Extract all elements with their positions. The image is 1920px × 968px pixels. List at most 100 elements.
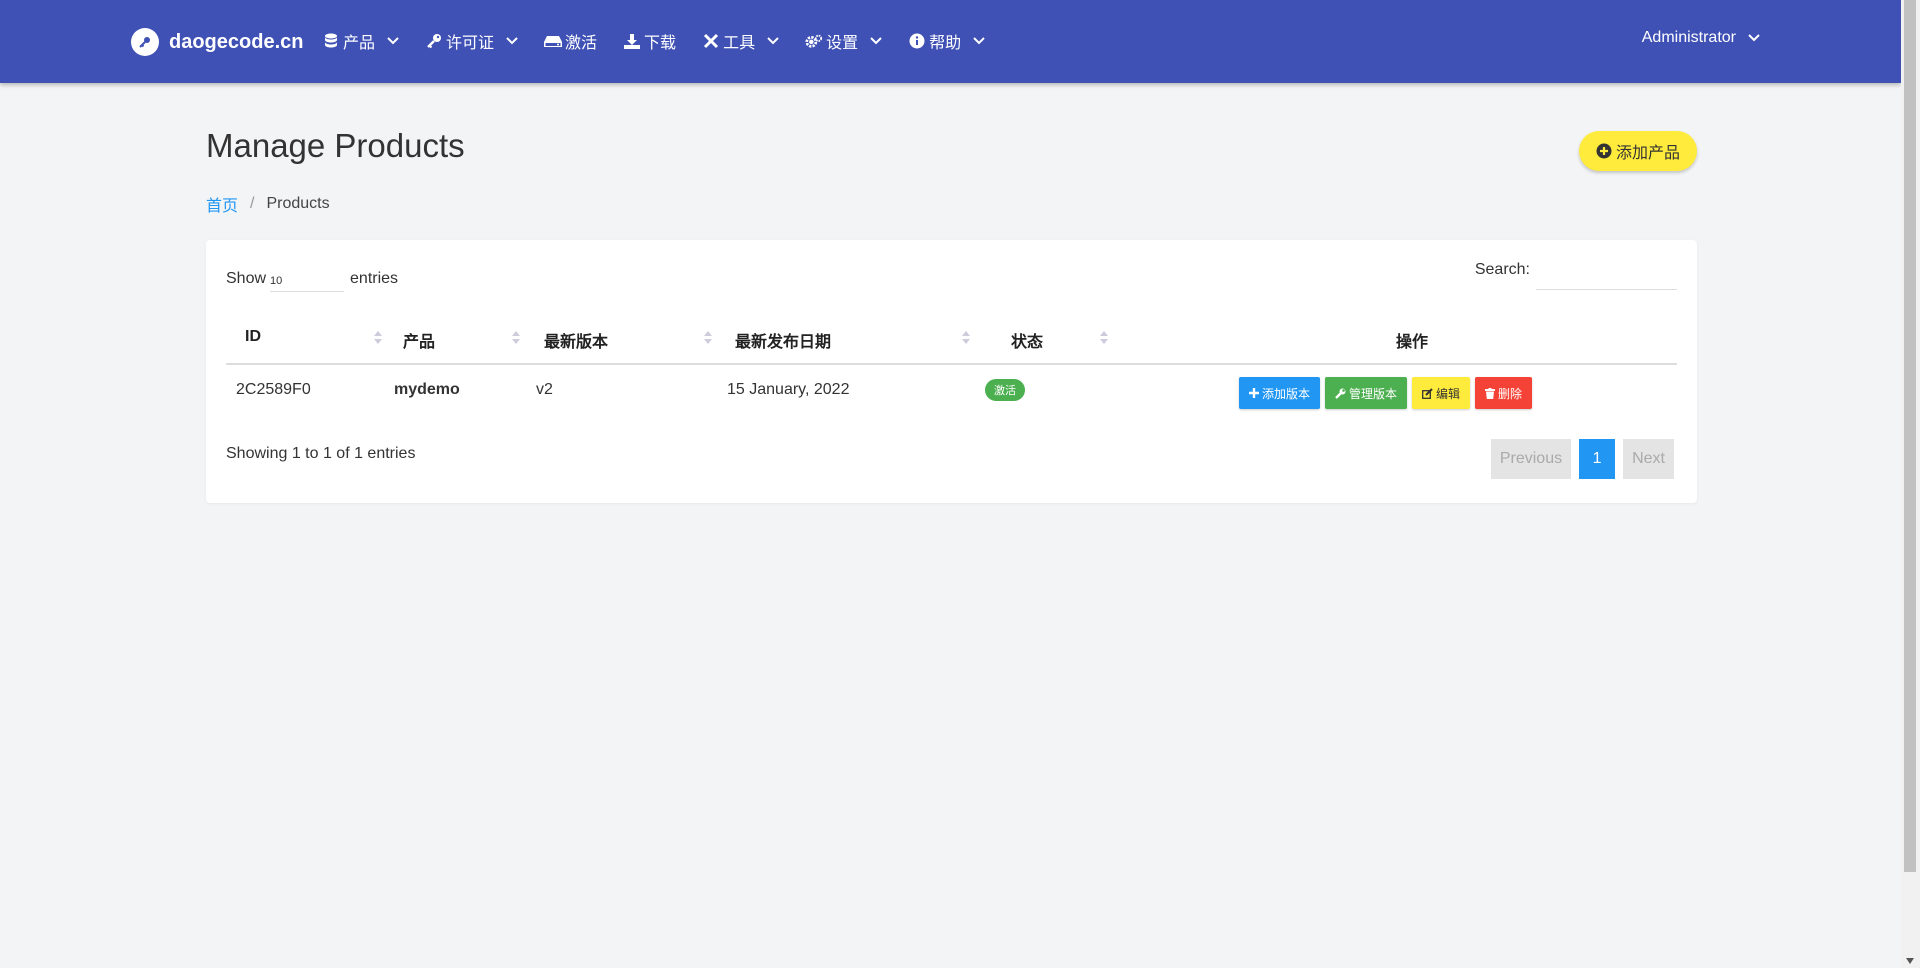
- plus-circle-icon: [1596, 143, 1612, 159]
- column-header-status[interactable]: 状态: [970, 313, 1110, 365]
- breadcrumb-home-link[interactable]: 首页: [206, 192, 238, 216]
- chevron-down-icon: [973, 37, 985, 45]
- column-header-label: 操作: [1396, 334, 1429, 351]
- sort-icon: [962, 331, 970, 345]
- next-page-button[interactable]: Next: [1623, 439, 1674, 479]
- sort-icon: [1100, 331, 1108, 345]
- chevron-down-icon: [767, 37, 779, 45]
- column-header-product[interactable]: 产品: [378, 313, 520, 365]
- edit-button[interactable]: 编辑: [1412, 377, 1471, 409]
- nav-label: 下载: [644, 35, 677, 52]
- nav-item-help[interactable]: 帮助: [908, 29, 985, 53]
- products-card: Show 10 entries Search: ID 产品 最新版本 最新发布日…: [206, 240, 1697, 503]
- column-header-label: ID: [245, 328, 261, 345]
- table-row: 2C2589F0 mydemo v2 15 January, 2022 激活 添…: [226, 364, 1677, 415]
- edit-icon: [1422, 387, 1433, 399]
- nav-label: 产品: [343, 35, 376, 52]
- column-header-latest-release-date[interactable]: 最新发布日期: [712, 313, 970, 365]
- nav-label: 帮助: [929, 35, 962, 52]
- top-navbar: daogecode.cn 产品 许可证 激活 下载 工具 设置 帮助 Admin…: [0, 0, 1901, 83]
- add-version-label: 添加版本: [1262, 386, 1311, 401]
- user-name: Administrator: [1641, 29, 1736, 46]
- nav-item-products[interactable]: 产品: [322, 29, 399, 53]
- nav-label: 工具: [723, 35, 756, 52]
- sort-icon: [704, 331, 712, 345]
- nav-item-activations[interactable]: 激活: [544, 29, 597, 53]
- chevron-down-icon: [1748, 34, 1760, 42]
- scroll-down-arrow-icon[interactable]: [1906, 958, 1914, 964]
- nav-label: 许可证: [446, 35, 495, 52]
- vertical-scrollbar[interactable]: [1901, 0, 1920, 968]
- column-header-latest-version[interactable]: 最新版本: [520, 313, 712, 365]
- delete-label: 删除: [1498, 386, 1523, 401]
- brand-link[interactable]: daogecode.cn: [131, 27, 303, 57]
- manage-versions-button[interactable]: 管理版本: [1325, 377, 1408, 409]
- user-menu[interactable]: Administrator: [1642, 29, 1760, 47]
- previous-page-button[interactable]: Previous: [1490, 439, 1572, 479]
- delete-button[interactable]: 删除: [1475, 377, 1533, 409]
- breadcrumb-separator: /: [250, 195, 255, 212]
- column-header-actions: 操作: [1110, 313, 1677, 365]
- entries-length-select[interactable]: 10: [270, 265, 345, 292]
- chevron-down-icon: [506, 37, 518, 45]
- column-header-label: 最新发布日期: [735, 334, 832, 351]
- id-text: 2C2589F0: [236, 381, 311, 398]
- search-label: Search:: [1474, 261, 1530, 278]
- manage-versions-label: 管理版本: [1349, 386, 1398, 401]
- column-header-label: 最新版本: [544, 334, 609, 351]
- pagination: Previous 1 Next: [1483, 439, 1674, 479]
- page-1-button[interactable]: 1: [1579, 439, 1616, 479]
- entries-length-control: Show 10 entries: [226, 261, 399, 292]
- hdd-icon: [544, 32, 563, 50]
- nav-label: 激活: [565, 35, 598, 52]
- add-version-button[interactable]: 添加版本: [1239, 377, 1321, 409]
- chevron-down-icon: [387, 37, 399, 45]
- add-product-button[interactable]: 添加产品: [1579, 131, 1697, 171]
- nav-item-licenses[interactable]: 许可证: [425, 29, 518, 53]
- cell-date: 15 January, 2022: [712, 364, 970, 415]
- version-text: v2: [536, 381, 553, 398]
- trash-icon: [1485, 387, 1496, 399]
- info-circle-icon: [908, 32, 926, 50]
- download-icon: [623, 32, 641, 50]
- cell-actions: 添加版本 管理版本 编辑 删除: [1110, 364, 1677, 415]
- cell-product: mydemo: [378, 364, 520, 415]
- table-info: Showing 1 to 1 of 1 entries: [226, 445, 416, 462]
- nav-label: 设置: [826, 35, 859, 52]
- search-input[interactable]: [1536, 261, 1677, 290]
- chevron-down-icon: [870, 37, 882, 45]
- status-badge: 激活: [985, 379, 1025, 401]
- brand-name: daogecode.cn: [169, 30, 304, 53]
- breadcrumb: 首页 / Products: [206, 192, 330, 216]
- products-table: ID 产品 最新版本 最新发布日期 状态 操作 2C2589F0 mydemo …: [226, 313, 1677, 415]
- nav-item-downloads[interactable]: 下载: [623, 29, 676, 53]
- column-header-label: 状态: [1011, 334, 1044, 351]
- product-name: mydemo: [394, 381, 460, 398]
- database-icon: [322, 32, 340, 50]
- column-header-id[interactable]: ID: [226, 313, 382, 365]
- plus-icon: [1249, 388, 1259, 398]
- cell-id: 2C2589F0: [226, 364, 378, 415]
- breadcrumb-current: Products: [266, 195, 330, 212]
- date-text: 15 January, 2022: [727, 381, 850, 398]
- entries-label: entries: [350, 270, 399, 287]
- brand-key-icon: [131, 28, 159, 56]
- nav-item-tools[interactable]: 工具: [702, 29, 779, 53]
- cell-version: v2: [520, 364, 712, 415]
- cell-status: 激活: [970, 364, 1110, 415]
- entries-length-value: 10: [270, 275, 283, 287]
- nav-item-settings[interactable]: 设置: [805, 29, 882, 53]
- table-header-row: ID 产品 最新版本 最新发布日期 状态 操作: [226, 313, 1677, 365]
- tools-icon: [702, 32, 720, 50]
- wrench-icon: [1335, 388, 1346, 399]
- page-title: Manage Products: [206, 127, 465, 164]
- add-product-label: 添加产品: [1615, 145, 1680, 162]
- sort-icon: [512, 331, 520, 345]
- edit-label: 编辑: [1436, 386, 1461, 401]
- search-control: Search:: [1475, 261, 1677, 290]
- scrollbar-thumb[interactable]: [1904, 0, 1916, 872]
- key-icon: [425, 32, 443, 50]
- show-label: Show: [226, 270, 267, 287]
- column-header-label: 产品: [403, 334, 436, 351]
- cogs-icon: [805, 32, 823, 50]
